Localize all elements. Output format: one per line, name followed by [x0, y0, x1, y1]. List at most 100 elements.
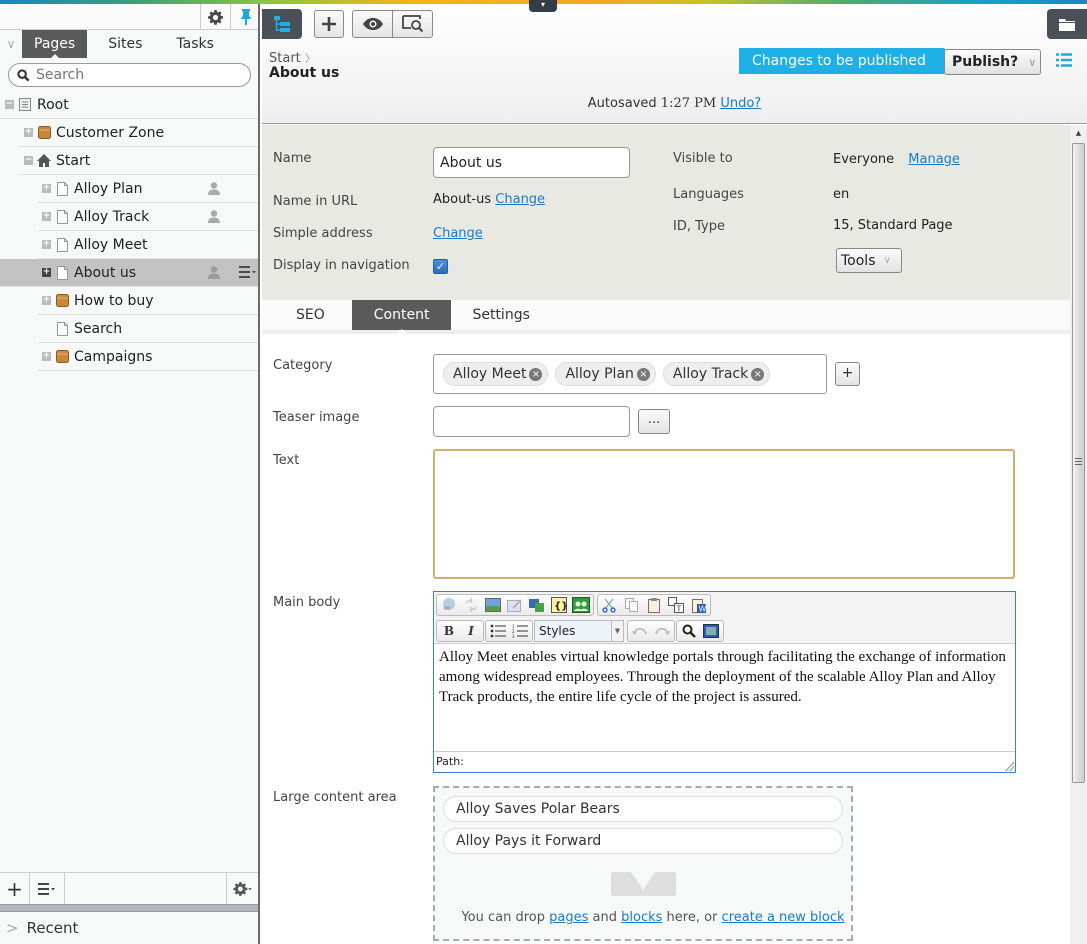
tree-node-how-to-buy[interactable]: + How to buy	[38, 287, 258, 315]
preview-button[interactable]	[352, 10, 393, 38]
remove-icon[interactable]: ×	[636, 367, 650, 381]
fullscreen-icon[interactable]	[702, 622, 720, 640]
insert-link-icon[interactable]	[440, 596, 458, 614]
context-menu-button[interactable]	[239, 266, 257, 282]
tree-node-alloy-track[interactable]: + Alloy Track	[38, 203, 258, 231]
create-button[interactable]	[314, 10, 344, 38]
display-in-nav-checkbox[interactable]: ✓	[433, 259, 448, 274]
scroll-up-arrow[interactable]: ▲	[1070, 125, 1087, 141]
insert-image-icon[interactable]	[484, 596, 502, 614]
styles-dropdown[interactable]: Styles ▼	[534, 620, 624, 642]
tree-node-campaigns[interactable]: + Campaigns	[38, 343, 258, 371]
pane-settings-button[interactable]	[200, 4, 230, 30]
breadcrumb-start-link[interactable]: Start	[269, 51, 301, 66]
tree-node-alloy-plan[interactable]: + Alloy Plan	[38, 175, 258, 203]
collapse-pane-button[interactable]: ∨	[0, 30, 22, 58]
italic-button[interactable]: I	[462, 622, 480, 640]
scrollbar-thumb[interactable]	[1072, 143, 1085, 783]
personalize-icon[interactable]	[572, 596, 590, 614]
bold-button[interactable]: B	[440, 622, 458, 640]
cut-icon[interactable]	[601, 596, 619, 614]
breadcrumb: Start 〉	[269, 50, 316, 66]
large-content-area[interactable]: Alloy Saves Polar Bears Alloy Pays it Fo…	[433, 786, 853, 941]
paste-text-icon[interactable]: T	[667, 596, 685, 614]
resize-handle[interactable]	[1004, 761, 1014, 771]
content-block-item[interactable]: Alloy Saves Polar Bears	[443, 796, 843, 822]
expand-icon[interactable]: +	[42, 296, 51, 305]
vertical-scrollbar[interactable]: ▲	[1070, 125, 1087, 944]
tree-node-alloy-meet[interactable]: + Alloy Meet	[38, 231, 258, 259]
change-simple-address-link[interactable]: Change	[433, 226, 483, 241]
paste-word-icon[interactable]: W	[689, 596, 707, 614]
name-input[interactable]	[433, 147, 630, 178]
manage-access-link[interactable]: Manage	[908, 152, 960, 167]
tab-seo[interactable]: SEO	[262, 300, 325, 330]
tree-menu-button[interactable]	[30, 873, 65, 904]
add-page-button[interactable]: +	[0, 873, 30, 904]
collapse-icon[interactable]: −	[24, 156, 33, 165]
copy-icon[interactable]	[623, 596, 641, 614]
add-category-button[interactable]: +	[835, 362, 860, 386]
expand-icon[interactable]: +	[42, 352, 51, 361]
browse-teaser-image-button[interactable]: ...	[638, 409, 670, 434]
insert-code-icon[interactable]: {}	[550, 596, 568, 614]
tree-node-start[interactable]: − Start	[19, 147, 258, 175]
blocks-link[interactable]: blocks	[621, 910, 662, 925]
tree-node-about-us[interactable]: + About us	[0, 259, 258, 287]
undo-icon[interactable]	[631, 622, 649, 640]
tree-node-label: Start	[56, 152, 91, 169]
tree-node-customer-zone[interactable]: + Customer Zone	[19, 119, 258, 147]
compare-button[interactable]	[392, 10, 433, 38]
tree-node-search[interactable]: Search	[38, 315, 258, 343]
remove-icon[interactable]: ×	[751, 367, 765, 381]
search-icon[interactable]	[680, 622, 698, 640]
global-menu-toggle[interactable]: ▾	[529, 0, 557, 12]
collapse-icon[interactable]: −	[5, 100, 14, 109]
expand-icon[interactable]: +	[24, 128, 33, 137]
container-icon	[55, 350, 69, 364]
publish-button[interactable]: Publish? ∨	[944, 49, 1041, 75]
tab-sites[interactable]: Sites	[87, 30, 154, 58]
paste-icon[interactable]	[645, 596, 663, 614]
tree-settings-button[interactable]	[226, 873, 258, 904]
text-textarea[interactable]	[433, 449, 1015, 579]
tab-content[interactable]: Content	[351, 300, 452, 334]
create-new-block-link[interactable]: create a new block	[722, 910, 845, 925]
editor-content[interactable]: Alloy Meet enables virtual knowledge por…	[434, 644, 1015, 751]
search-field[interactable]	[8, 63, 251, 87]
tree-node-root[interactable]: − Root	[0, 91, 258, 119]
pages-link[interactable]: pages	[549, 910, 588, 925]
redo-icon[interactable]	[653, 622, 671, 640]
edit-image-icon[interactable]	[506, 596, 524, 614]
toggle-assets-pane-button[interactable]	[1047, 9, 1087, 39]
toggle-list-view-button[interactable]	[1056, 53, 1072, 71]
tab-pages[interactable]: Pages	[22, 30, 88, 58]
tab-tasks[interactable]: Tasks	[154, 30, 226, 58]
grip-icon	[1075, 458, 1082, 465]
remove-icon[interactable]: ×	[529, 367, 543, 381]
url-value-group: About-us Change	[433, 192, 545, 207]
change-url-link[interactable]: Change	[495, 192, 545, 207]
breadcrumb-separator: 〉	[304, 52, 316, 65]
tab-settings[interactable]: Settings	[451, 300, 529, 330]
editor-path-bar: Path:	[434, 751, 1015, 772]
recent-section-toggle[interactable]: > Recent	[0, 912, 258, 944]
expand-icon[interactable]: +	[42, 212, 51, 221]
pane-splitter[interactable]	[0, 904, 258, 912]
tree-node-label: Customer Zone	[56, 124, 165, 141]
search-input[interactable]	[36, 67, 236, 83]
expand-icon[interactable]: +	[42, 240, 51, 249]
content-block-item[interactable]: Alloy Pays it Forward	[443, 828, 843, 854]
unlink-icon[interactable]	[462, 596, 480, 614]
insert-media-icon[interactable]	[528, 596, 546, 614]
category-selector[interactable]: Alloy Meet × Alloy Plan × Alloy Track ×	[433, 354, 827, 394]
undo-link[interactable]: Undo?	[720, 96, 761, 111]
expand-icon[interactable]: +	[42, 268, 51, 277]
bullet-list-icon[interactable]	[489, 622, 507, 640]
expand-icon[interactable]: +	[42, 184, 51, 193]
numbered-list-icon[interactable]: 123	[511, 622, 529, 640]
pin-pane-button[interactable]	[230, 4, 260, 30]
tools-dropdown[interactable]: Tools ∨	[836, 248, 902, 273]
toggle-navigation-pane-button[interactable]	[262, 9, 302, 39]
teaser-image-input[interactable]	[433, 406, 630, 437]
